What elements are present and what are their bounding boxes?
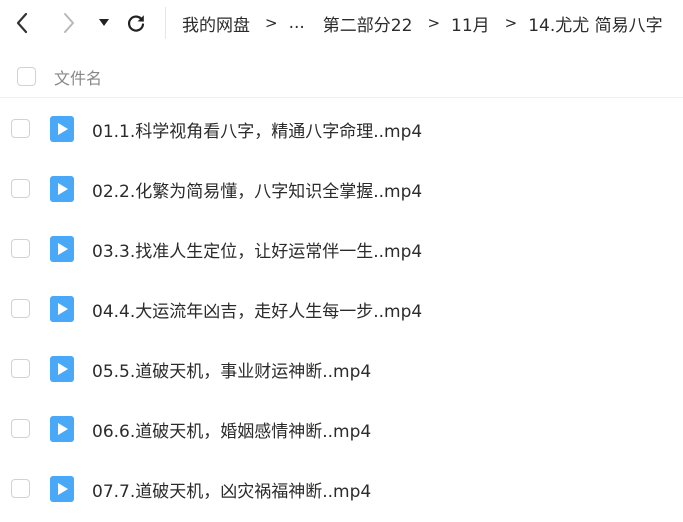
file-name: 07.7.道破天机，凶灾祸福神断..mp4	[92, 482, 372, 502]
file-row[interactable]: 02.2.化繁为简易懂，八字知识全掌握..mp4	[0, 159, 683, 219]
chevron-right-icon	[64, 13, 74, 33]
video-file-icon	[50, 476, 74, 502]
file-checkbox[interactable]	[11, 179, 30, 198]
file-name: 01.1.科学视角看八字，精通八字命理..mp4	[92, 122, 423, 142]
file-row[interactable]: 05.5.道破天机，事业财运神断..mp4	[0, 339, 683, 399]
file-checkbox[interactable]	[11, 119, 30, 138]
file-row[interactable]: 07.7.道破天机，凶灾祸福神断..mp4	[0, 459, 683, 519]
breadcrumb: 我的网盘 > ... 第二部分22 > 11月 > 14.尤尤 简易八字	[182, 0, 663, 46]
breadcrumb-separator: >	[265, 14, 278, 32]
video-file-icon	[50, 236, 74, 262]
file-row[interactable]: 01.1.科学视角看八字，精通八字命理..mp4	[0, 99, 683, 159]
video-file-icon	[50, 356, 74, 382]
breadcrumb-root[interactable]: 我的网盘	[182, 11, 250, 36]
file-name: 02.2.化繁为简易懂，八字知识全掌握..mp4	[92, 182, 423, 202]
file-checkbox[interactable]	[11, 239, 30, 258]
file-row[interactable]: 04.4.大运流年凶吉，走好人生每一步..mp4	[0, 279, 683, 339]
history-dropdown-button[interactable]	[90, 9, 118, 37]
back-button[interactable]	[8, 9, 36, 37]
file-checkbox[interactable]	[11, 419, 30, 438]
toolbar-divider	[165, 7, 166, 39]
file-name: 04.4.大运流年凶吉，走好人生每一步..mp4	[92, 302, 423, 322]
breadcrumb-ellipsis[interactable]: ...	[289, 13, 305, 33]
file-checkbox[interactable]	[11, 299, 30, 318]
breadcrumb-current[interactable]: 14.尤尤 简易八字	[528, 11, 662, 36]
select-all-checkbox[interactable]	[17, 67, 36, 86]
file-list-header: 文件名	[0, 56, 683, 98]
breadcrumb-separator: >	[427, 14, 441, 32]
video-file-icon	[50, 176, 74, 202]
video-file-icon	[50, 416, 74, 442]
breadcrumb-separator: >	[504, 14, 518, 32]
column-header-name[interactable]: 文件名	[54, 65, 102, 89]
refresh-icon	[128, 15, 145, 32]
file-name: 03.3.找准人生定位，让好运常伴一生..mp4	[92, 242, 423, 262]
breadcrumb-item[interactable]: 11月	[451, 11, 490, 36]
file-row[interactable]: 03.3.找准人生定位，让好运常伴一生..mp4	[0, 219, 683, 279]
file-name: 05.5.道破天机，事业财运神断..mp4	[92, 362, 372, 382]
file-row[interactable]: 06.6.道破天机，婚姻感情神断..mp4	[0, 399, 683, 459]
video-file-icon	[50, 296, 74, 322]
toolbar: 我的网盘 > ... 第二部分22 > 11月 > 14.尤尤 简易八字	[0, 0, 683, 46]
caret-down-icon	[99, 19, 109, 26]
chevron-left-icon	[16, 12, 28, 34]
forward-button[interactable]	[55, 9, 83, 37]
video-file-icon	[50, 116, 74, 142]
refresh-button[interactable]	[122, 9, 150, 37]
file-name: 06.6.道破天机，婚姻感情神断..mp4	[92, 422, 372, 442]
file-checkbox[interactable]	[11, 359, 30, 378]
file-checkbox[interactable]	[11, 479, 30, 498]
breadcrumb-item[interactable]: 第二部分22	[323, 11, 413, 36]
